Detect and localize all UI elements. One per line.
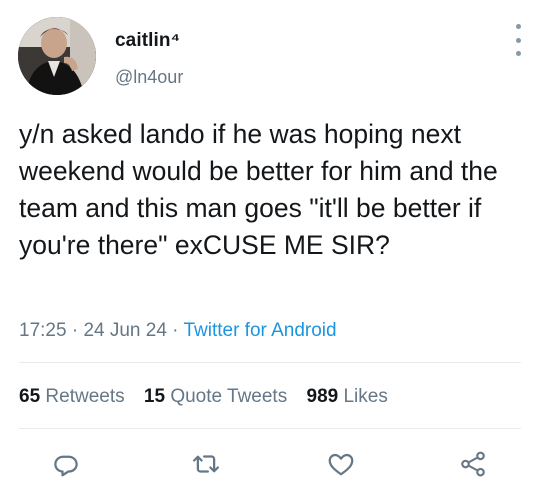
divider — [19, 428, 521, 429]
retweets-label: Retweets — [45, 386, 125, 407]
avatar-image — [18, 17, 96, 95]
more-options-button[interactable] — [512, 24, 524, 56]
reply-button[interactable] — [48, 446, 84, 482]
likes-label: Likes — [343, 386, 388, 407]
heart-icon — [328, 453, 354, 476]
tweet-text: y/n asked lando if he was hoping next we… — [19, 119, 498, 260]
quotes-count: 15 — [143, 386, 166, 407]
tweet-stats: 65 Retweets 15 Quote Tweets 989 Likes — [19, 386, 402, 408]
retweets-stat[interactable]: 65 Retweets — [19, 386, 125, 407]
divider — [19, 362, 521, 363]
more-vertical-icon — [515, 51, 521, 56]
likes-stat[interactable]: 989 Likes — [307, 386, 388, 407]
quotes-label: Quote Tweets — [170, 386, 288, 407]
tweet-date[interactable]: 24 Jun 24 — [83, 320, 166, 341]
share-button[interactable] — [455, 446, 491, 482]
avatar[interactable] — [18, 17, 96, 95]
tweet-actions — [0, 446, 540, 482]
retweet-button[interactable] — [188, 446, 224, 482]
tweet-meta: 17:25 · 24 Jun 24 · Twitter for Android — [19, 320, 337, 342]
retweet-icon — [193, 455, 219, 473]
like-button[interactable] — [323, 446, 359, 482]
likes-count: 989 — [306, 386, 339, 407]
user-handle[interactable]: @ln4our — [115, 67, 183, 88]
retweets-count: 65 — [19, 386, 41, 407]
tweet-time[interactable]: 17:25 — [19, 320, 67, 341]
tweet-source-link[interactable]: Twitter for Android — [183, 320, 336, 341]
meta-separator: · — [166, 320, 184, 341]
share-icon — [461, 451, 485, 477]
quote-tweets-stat[interactable]: 15 Quote Tweets — [144, 386, 287, 407]
more-vertical-icon — [515, 37, 521, 43]
display-name[interactable]: caitlin⁴ — [115, 30, 180, 52]
more-vertical-icon — [515, 24, 521, 29]
reply-icon — [54, 455, 78, 477]
meta-separator: · — [66, 320, 84, 341]
